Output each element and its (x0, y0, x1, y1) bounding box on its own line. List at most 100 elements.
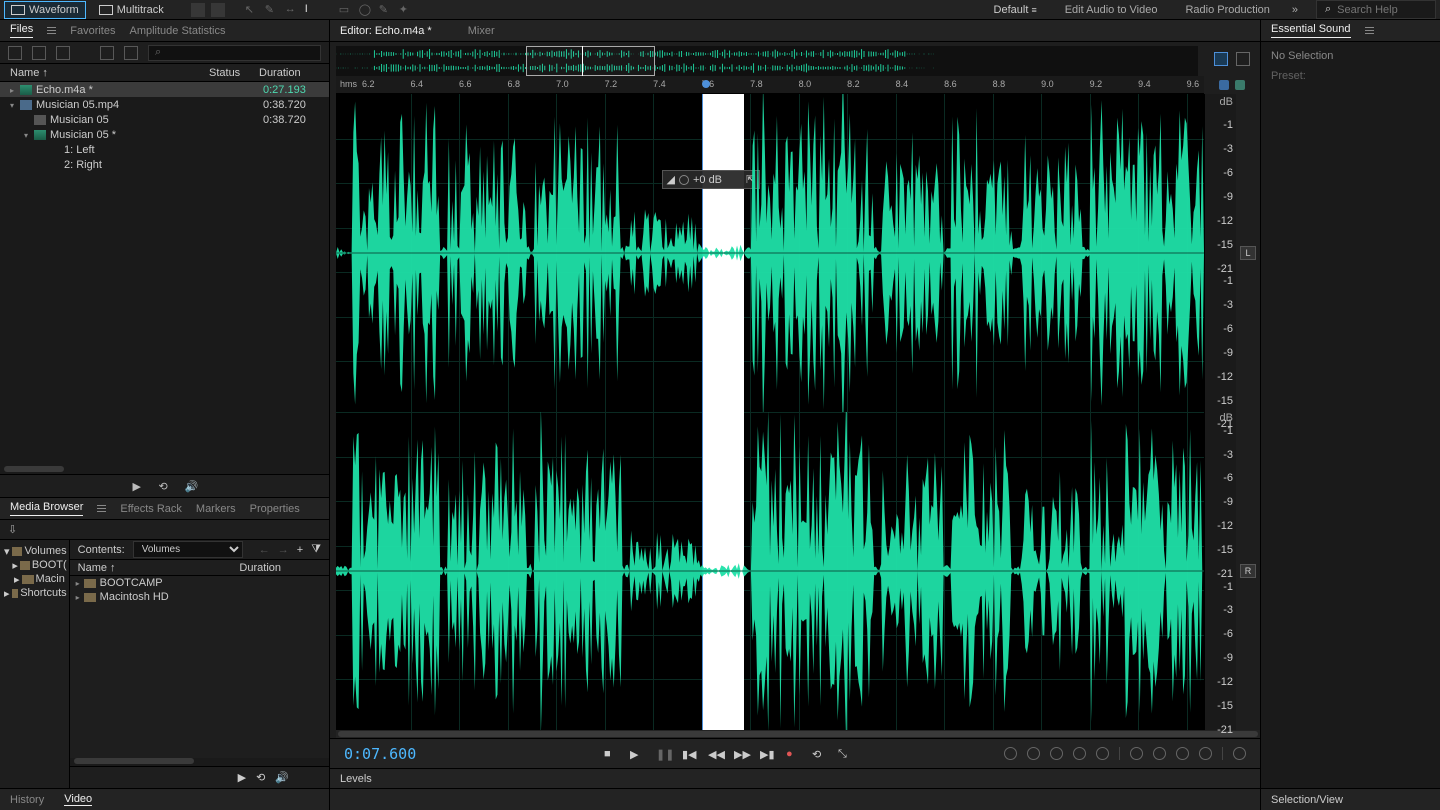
toggle-channels-icon[interactable] (1236, 52, 1250, 66)
file-row[interactable]: Musician 05 * (0, 127, 329, 142)
mb-preview-play-icon[interactable]: ▶ (238, 771, 246, 784)
files-list[interactable]: Echo.m4a * 0:27.193 Musician 05.mp4 0:38… (0, 82, 329, 464)
fast-forward-button[interactable]: ▶▶ (734, 748, 746, 760)
rewind-button[interactable]: ◀◀ (708, 748, 720, 760)
preview-autoplay-icon[interactable]: 🔊 (185, 480, 197, 492)
insert-into-multitrack-icon[interactable] (100, 46, 114, 60)
media-browser-hscroll[interactable] (74, 758, 194, 764)
zoom-in-time-icon[interactable] (1004, 747, 1017, 760)
tab-effects-rack[interactable]: Effects Rack (120, 503, 182, 515)
mb-preview-loop-icon[interactable]: ⟲ (256, 771, 265, 784)
go-to-end-button[interactable]: ▶▮ (760, 748, 772, 760)
tab-favorites[interactable]: Favorites (70, 25, 115, 37)
waveform-display[interactable]: ◢ +0 dB ⇱ (336, 94, 1204, 730)
new-multitrack-icon[interactable] (56, 46, 70, 60)
media-browser-tree[interactable]: ▾Volumes▸BOOT(▸Macin▸Shortcuts (0, 540, 70, 788)
mb-col-duration[interactable]: Duration (239, 562, 281, 574)
mode-waveform-button[interactable]: Waveform (4, 1, 86, 19)
tree-row[interactable]: ▸Macin (2, 572, 67, 586)
search-help-field[interactable]: ⌕ (1316, 0, 1436, 19)
twist-icon[interactable] (22, 129, 30, 141)
brush-tool-icon[interactable]: ✎ (379, 3, 393, 17)
twist-icon[interactable]: ▾ (4, 545, 10, 558)
time-selection-tool-icon[interactable]: I (305, 3, 319, 17)
files-search-input[interactable]: ⌕ (148, 45, 321, 61)
play-button[interactable]: ▶ (630, 748, 642, 760)
col-duration[interactable]: Duration (259, 67, 319, 79)
record-button[interactable]: ● (786, 748, 798, 760)
twist-icon[interactable] (8, 84, 16, 96)
spectral-frequency-icon[interactable] (191, 3, 205, 17)
col-name[interactable]: Name ↑ (10, 67, 209, 79)
mb-preview-autoplay-icon[interactable]: 🔊 (275, 771, 289, 784)
time-ruler[interactable]: hms 6.26.46.66.87.07.27.47.67.88.08.28.4… (336, 76, 1204, 94)
files-panel-menu-icon[interactable] (47, 27, 56, 34)
tab-amplitude-statistics[interactable]: Amplitude Statistics (129, 25, 225, 37)
contents-dropdown[interactable]: Volumes (133, 541, 243, 558)
media-browser-menu-icon[interactable] (97, 505, 106, 512)
file-row[interactable]: 1: Left (0, 142, 329, 157)
tab-properties[interactable]: Properties (250, 503, 300, 515)
tab-files[interactable]: Files (10, 23, 33, 38)
open-file-icon[interactable] (8, 46, 22, 60)
spot-heal-tool-icon[interactable]: ✦ (399, 3, 413, 17)
overview-view-rect[interactable] (526, 46, 655, 76)
file-row[interactable]: Musician 05 0:38.720 (0, 112, 329, 127)
ruler-playhead-indicator[interactable] (702, 80, 710, 88)
zoom-out-point-icon[interactable] (1176, 747, 1189, 760)
insert-icon[interactable]: + (297, 544, 303, 556)
pin-icon[interactable] (1219, 80, 1229, 90)
twist-icon[interactable] (76, 591, 80, 603)
workspace-overflow-button[interactable]: » (1284, 4, 1306, 16)
zoom-in-amp-icon[interactable] (1073, 747, 1086, 760)
media-browser-list[interactable]: BOOTCAMPMacintosh HD (70, 576, 329, 758)
zoom-reset-time-icon[interactable] (1050, 747, 1063, 760)
file-row[interactable]: 2: Right (0, 157, 329, 172)
twist-icon[interactable] (76, 577, 80, 589)
spectral-pitch-icon[interactable] (211, 3, 225, 17)
search-help-input[interactable] (1337, 4, 1427, 16)
twist-icon[interactable] (8, 99, 16, 111)
zoom-out-time-icon[interactable] (1027, 747, 1040, 760)
loop-button[interactable]: ⟲ (812, 748, 824, 760)
shortcut-add-icon[interactable]: ⇩ (8, 523, 22, 537)
move-tool-icon[interactable]: ↖ (245, 3, 259, 17)
editor-hscroll[interactable] (336, 730, 1260, 738)
timecode-display[interactable]: 0:07.600 (330, 745, 450, 763)
twist-icon[interactable]: ▸ (4, 587, 10, 600)
files-hscroll[interactable] (0, 464, 329, 474)
skip-selection-button[interactable]: ⤡ (838, 748, 850, 760)
twist-icon[interactable]: ▸ (14, 573, 20, 586)
marquee-tool-icon[interactable]: ▭ (339, 3, 353, 17)
volume-row[interactable]: BOOTCAMP (70, 576, 329, 590)
zoom-in-point-icon[interactable] (1153, 747, 1166, 760)
tab-mixer[interactable]: Mixer (468, 25, 495, 37)
tab-video[interactable]: Video (64, 793, 92, 806)
go-to-start-button[interactable]: ▮◀ (682, 748, 694, 760)
zoom-to-selection-icon[interactable] (1130, 747, 1143, 760)
new-file-icon[interactable] (32, 46, 46, 60)
workspace-edit-audio-to-video[interactable]: Edit Audio to Video (1051, 4, 1172, 16)
tree-row[interactable]: ▸BOOT( (2, 558, 67, 572)
zoom-out-amp-icon[interactable] (1096, 747, 1109, 760)
lasso-tool-icon[interactable]: ◯ (359, 3, 373, 17)
preview-play-icon[interactable]: ▶ (133, 480, 145, 492)
stop-button[interactable]: ■ (604, 748, 616, 760)
waveform-overview[interactable] (336, 46, 1198, 76)
marker-flag-icon[interactable] (1235, 80, 1245, 90)
file-row[interactable]: Echo.m4a * 0:27.193 (0, 82, 329, 97)
filter-icon[interactable]: ⧩ (311, 543, 321, 556)
mode-multitrack-button[interactable]: Multitrack (92, 1, 171, 19)
channel-left-badge[interactable]: L (1240, 246, 1255, 260)
workspace-radio-production[interactable]: Radio Production (1171, 4, 1283, 16)
volume-row[interactable]: Macintosh HD (70, 590, 329, 604)
tab-history[interactable]: History (10, 794, 44, 806)
close-file-icon[interactable] (124, 46, 138, 60)
slip-tool-icon[interactable]: ↔ (285, 3, 299, 17)
zoom-full-icon[interactable] (1199, 747, 1212, 760)
tab-markers[interactable]: Markers (196, 503, 236, 515)
preview-loop-icon[interactable]: ⟲ (159, 480, 171, 492)
tab-editor[interactable]: Editor: Echo.m4a * (340, 25, 432, 37)
file-row[interactable]: Musician 05.mp4 0:38.720 (0, 97, 329, 112)
tree-row[interactable]: ▸Shortcuts (2, 586, 67, 600)
